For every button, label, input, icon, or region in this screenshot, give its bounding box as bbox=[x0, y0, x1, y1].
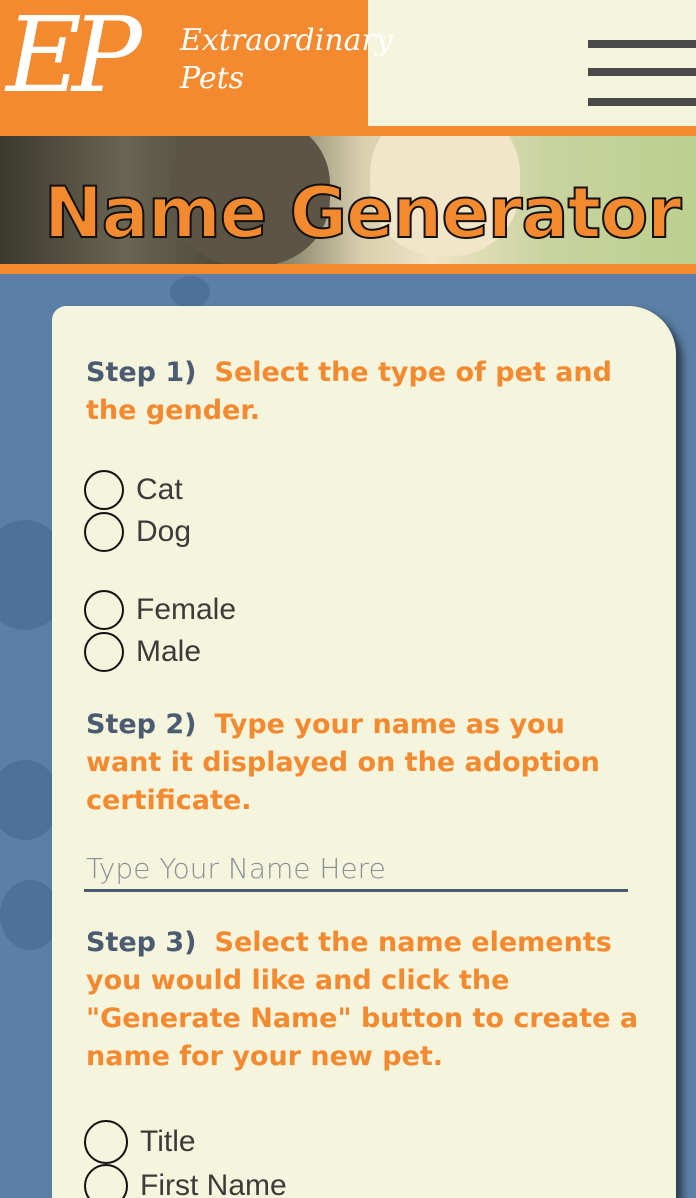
paw-print-decoration bbox=[0, 760, 60, 840]
logo-line-1: Extraordinary bbox=[180, 23, 393, 58]
site-logo[interactable]: EP Extraordinary Pets bbox=[0, 0, 393, 136]
logo-monogram: EP bbox=[6, 0, 142, 116]
name-element-label: Title bbox=[140, 1125, 196, 1158]
owner-name-input[interactable] bbox=[84, 848, 628, 892]
step-1-instructions: Step 1) Select the type of pet and the ge… bbox=[86, 354, 646, 430]
gender-option-label: Male bbox=[136, 635, 202, 668]
paw-print-decoration bbox=[0, 880, 60, 950]
pet-option-label: Cat bbox=[136, 473, 183, 506]
hamburger-menu-icon[interactable] bbox=[588, 40, 696, 108]
hero-banner: Name Generator bbox=[0, 136, 696, 264]
logo-wordmark: Extraordinary Pets bbox=[180, 22, 393, 98]
radio-button[interactable] bbox=[84, 1164, 128, 1198]
pet-option-label: Dog bbox=[136, 515, 192, 548]
step-3-instructions: Step 3) Select the name elements you woul… bbox=[86, 924, 646, 1076]
paw-print-decoration bbox=[170, 276, 210, 308]
gender-option-male[interactable]: Male bbox=[84, 632, 201, 672]
radio-button[interactable] bbox=[84, 632, 124, 672]
page-title: Name Generator bbox=[43, 171, 683, 255]
radio-button[interactable] bbox=[84, 1120, 128, 1164]
pet-option-dog[interactable]: Dog bbox=[84, 512, 191, 552]
generator-form-panel: Step 1) Select the type of pet and the ge… bbox=[52, 306, 676, 1198]
radio-button[interactable] bbox=[84, 590, 124, 630]
name-element-label: First Name bbox=[140, 1169, 287, 1198]
logo-line-2: Pets bbox=[180, 61, 245, 96]
step-1-label: Step 1) bbox=[86, 357, 197, 388]
gender-option-female[interactable]: Female bbox=[84, 590, 236, 630]
name-element-title[interactable]: Title bbox=[84, 1120, 196, 1164]
step-2-label: Step 2) bbox=[86, 709, 197, 740]
banner-divider bbox=[0, 264, 696, 274]
site-header: EP Extraordinary Pets bbox=[0, 0, 696, 136]
step-2-instructions: Step 2) Type your name as you want it dis… bbox=[86, 706, 646, 820]
gender-option-label: Female bbox=[136, 593, 237, 626]
name-element-first-name[interactable]: First Name bbox=[84, 1164, 287, 1198]
step-3-label: Step 3) bbox=[86, 927, 197, 958]
pet-option-cat[interactable]: Cat bbox=[84, 470, 183, 510]
radio-button[interactable] bbox=[84, 470, 124, 510]
radio-button[interactable] bbox=[84, 512, 124, 552]
